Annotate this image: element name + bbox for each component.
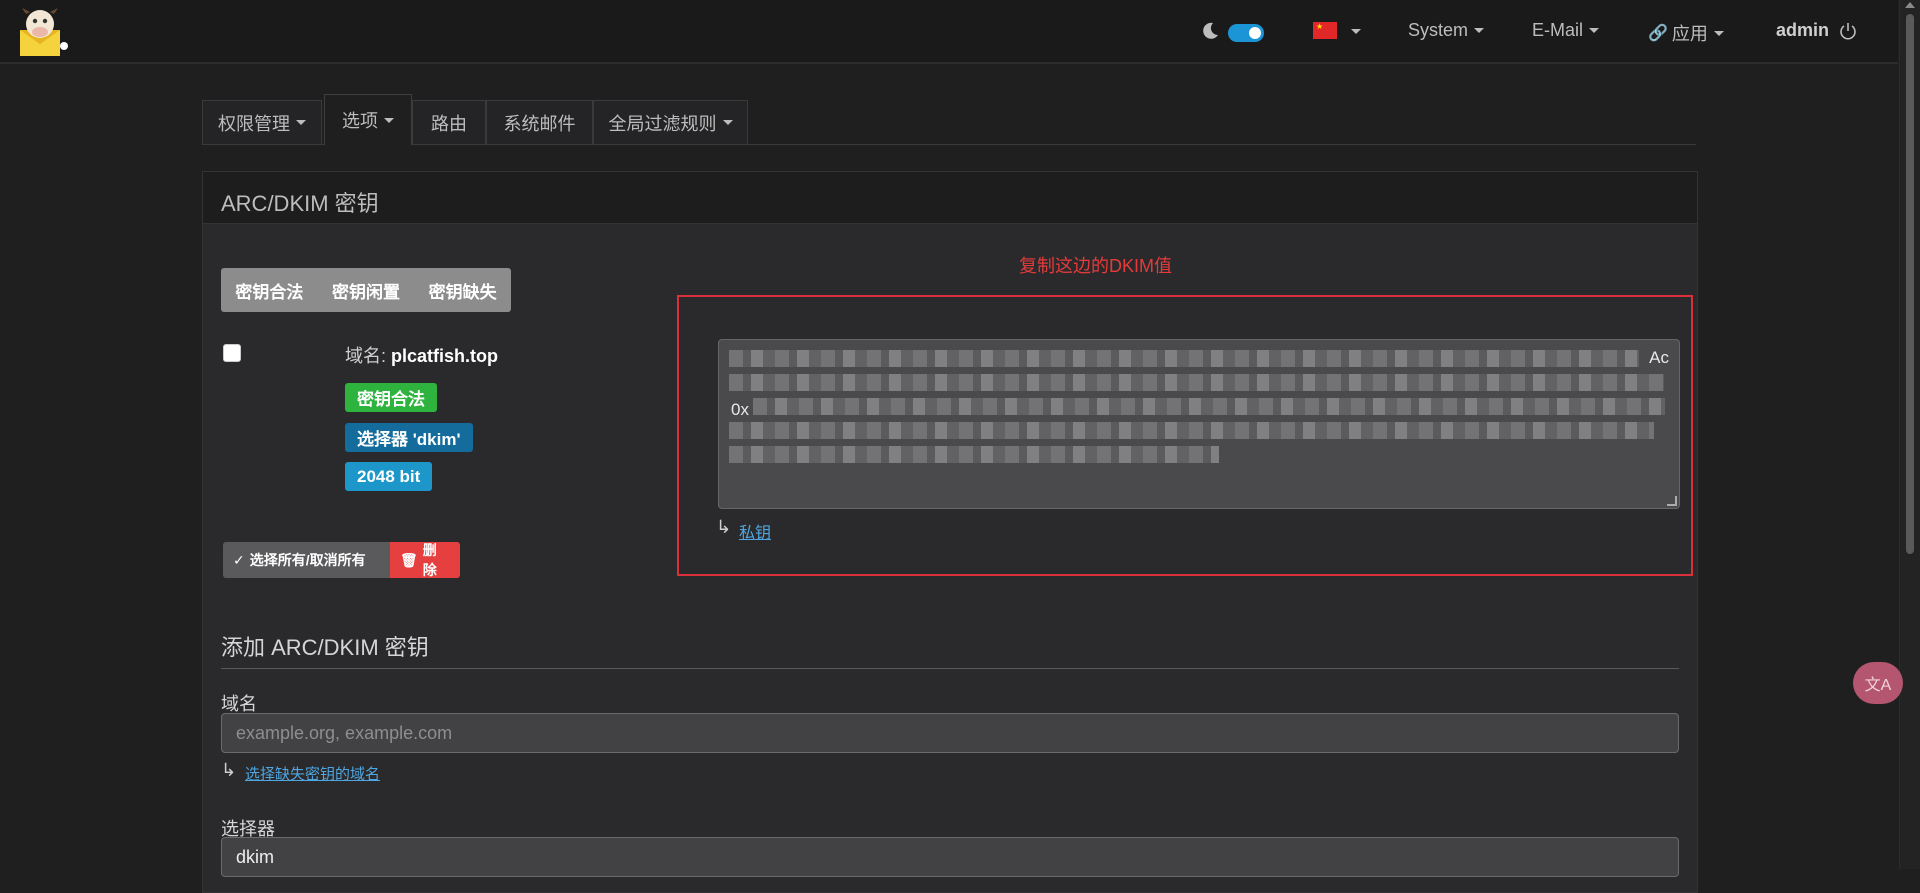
- add-key-title: 添加 ARC/DKIM 密钥: [221, 635, 429, 660]
- missing-domains-link[interactable]: 选择缺失密钥的域名: [245, 763, 380, 784]
- textarea-visible-end: Ac: [1649, 348, 1669, 367]
- nav-system-label: System: [1408, 20, 1469, 40]
- page-scrollbar[interactable]: [1899, 0, 1920, 869]
- domain-value: plcatfish.top: [391, 346, 499, 366]
- filter-missing-button[interactable]: 密钥缺失: [414, 268, 511, 312]
- delete-button[interactable]: 🗑 删除: [390, 542, 460, 578]
- filter-valid-button[interactable]: 密钥合法: [221, 268, 318, 312]
- resize-grip-icon[interactable]: [1667, 496, 1677, 506]
- panel-title: ARC/DKIM 密钥: [221, 191, 379, 216]
- select-all-button[interactable]: ✓ 选择所有/取消所有: [223, 542, 391, 578]
- nav-user[interactable]: admin: [1776, 20, 1857, 41]
- tab-label: 全局过滤规则: [608, 113, 717, 134]
- power-icon[interactable]: [1839, 22, 1857, 40]
- chevron-down-icon: [1474, 28, 1485, 33]
- language-caret-icon[interactable]: [1351, 29, 1361, 34]
- private-key-link[interactable]: 私钥: [739, 519, 771, 543]
- textarea-visible-start: 0x: [731, 400, 749, 419]
- nav-email-label: E-Mail: [1532, 20, 1584, 40]
- selector-badge: 选择器 'dkim': [345, 423, 473, 452]
- chevron-down-icon: [296, 120, 306, 125]
- dark-mode-toggle[interactable]: [1228, 24, 1264, 42]
- mailcow-logo[interactable]: [18, 6, 72, 58]
- tab-system-mail[interactable]: 系统邮件: [486, 100, 593, 144]
- nav-apps-label: 应用: [1671, 24, 1708, 44]
- chevron-down-icon: [384, 117, 394, 123]
- return-arrow-icon: ↳: [716, 517, 732, 537]
- admin-tabs: 权限管理 选项 路由 系统邮件 全局过滤规则: [202, 94, 1696, 145]
- section-divider: [221, 668, 1679, 669]
- top-navbar: ★ System E-Mail 🔗 应用 admin: [0, 0, 1898, 64]
- annotation-highlight-box: Ac 0x ↳ 私钥: [677, 295, 1693, 576]
- bits-badge: 2048 bit: [345, 462, 433, 491]
- chevron-down-icon: [1713, 30, 1724, 36]
- tab-label: 路由: [431, 113, 467, 134]
- delete-label: 删除: [422, 542, 437, 578]
- dkim-public-key-textarea[interactable]: Ac 0x: [718, 339, 1680, 509]
- moon-icon: [1200, 21, 1220, 46]
- nav-apps[interactable]: 🔗 应用: [1648, 20, 1724, 46]
- key-filter-group: 密钥合法 密钥闲置 密钥缺失: [221, 268, 511, 312]
- annotation-note: 复制这边的DKIM值: [1019, 256, 1172, 276]
- return-arrow-icon: ↳: [221, 760, 237, 780]
- nav-system[interactable]: System: [1408, 20, 1485, 41]
- tab-routing[interactable]: 路由: [412, 100, 486, 144]
- trash-icon: 🗑: [400, 551, 418, 568]
- nav-email[interactable]: E-Mail: [1532, 20, 1600, 41]
- nav-user-label: admin: [1776, 20, 1830, 40]
- select-all-label: 选择所有/取消所有: [249, 552, 366, 568]
- translate-icon[interactable]: 文A: [1853, 662, 1903, 704]
- tab-global-filters[interactable]: 全局过滤规则: [593, 100, 748, 144]
- chevron-down-icon: [1589, 28, 1600, 33]
- domain-input[interactable]: [221, 713, 1679, 753]
- check-icon: ✓: [233, 551, 245, 568]
- tab-label: 权限管理: [218, 113, 290, 134]
- dkim-panel: ARC/DKIM 密钥 密钥合法 密钥闲置 密钥缺失 域名: plcatfish…: [202, 171, 1698, 893]
- tab-label: 选项: [342, 111, 378, 131]
- selector-input[interactable]: dkim: [221, 837, 1679, 877]
- panel-header: ARC/DKIM 密钥: [203, 172, 1697, 224]
- domain-prefix: 域名:: [345, 346, 387, 366]
- domain-select-checkbox[interactable]: [223, 344, 241, 362]
- selector-value: dkim: [236, 846, 275, 867]
- tab-access-control[interactable]: 权限管理: [202, 100, 322, 144]
- status-badge-valid: 密钥合法: [345, 383, 437, 412]
- filter-unused-button[interactable]: 密钥闲置: [318, 268, 415, 312]
- tab-label: 系统邮件: [503, 113, 576, 134]
- tab-options[interactable]: 选项: [324, 94, 412, 145]
- language-flag-icon[interactable]: ★: [1313, 22, 1337, 39]
- link-icon: 🔗: [1648, 25, 1668, 42]
- chevron-down-icon: [722, 120, 733, 125]
- domain-line: 域名: plcatfish.top: [345, 342, 498, 368]
